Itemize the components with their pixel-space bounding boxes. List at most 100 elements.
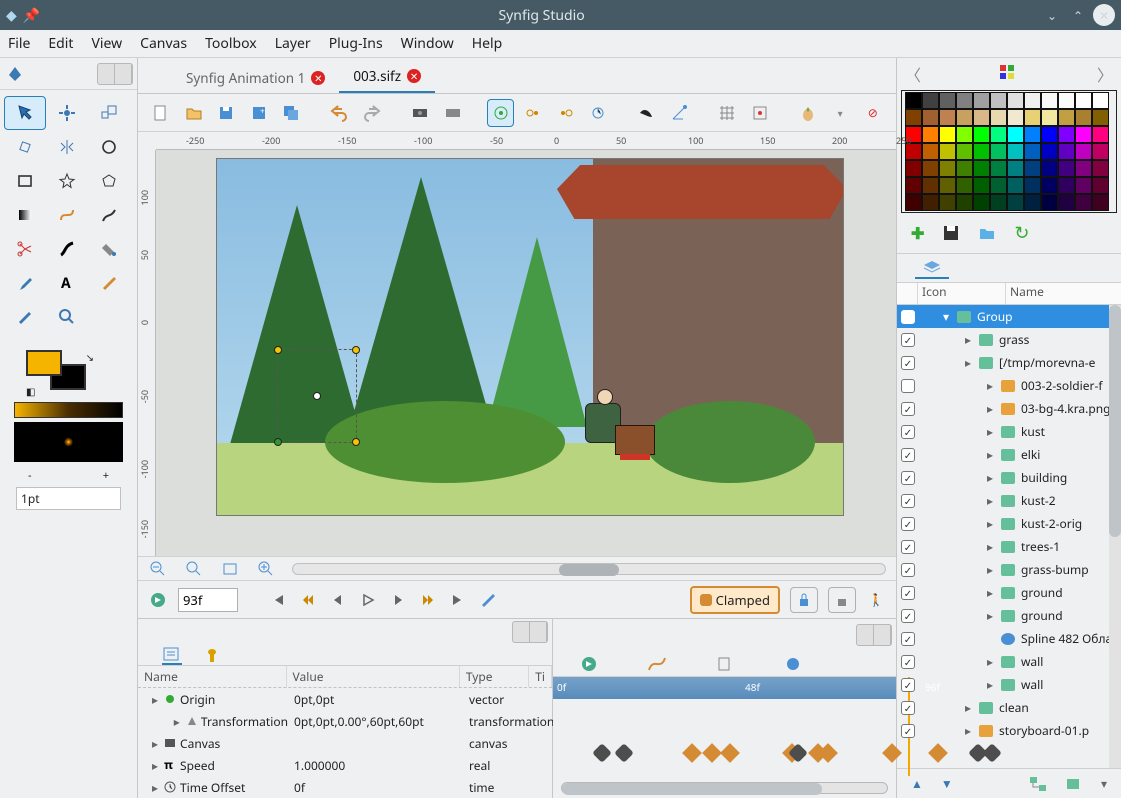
- blackbird-icon[interactable]: [633, 99, 660, 127]
- outline-width[interactable]: 1pt: [16, 487, 121, 510]
- zoom-tool[interactable]: [46, 300, 88, 334]
- swatch[interactable]: [905, 194, 922, 211]
- text-tool[interactable]: A: [46, 266, 88, 300]
- swatch[interactable]: [939, 194, 956, 211]
- keyframe[interactable]: [682, 743, 702, 763]
- expand-icon[interactable]: ▸: [150, 779, 160, 796]
- cutout-tool[interactable]: [4, 232, 46, 266]
- swatch[interactable]: [956, 143, 973, 160]
- draw-tool[interactable]: [88, 198, 130, 232]
- visibility-checkbox[interactable]: ✓: [901, 678, 915, 692]
- gradient-tool[interactable]: [4, 198, 46, 232]
- params-tab[interactable]: [162, 645, 182, 665]
- timeline-scrollbar[interactable]: [561, 782, 888, 794]
- menu-view[interactable]: View: [91, 34, 122, 53]
- visibility-checkbox[interactable]: ✓: [901, 517, 915, 531]
- keyframe[interactable]: [702, 743, 722, 763]
- keyframe[interactable]: [614, 743, 634, 763]
- sketch-tool[interactable]: [88, 266, 130, 300]
- grid-icon[interactable]: [714, 99, 741, 127]
- swatch[interactable]: [1041, 194, 1058, 211]
- timeline-ruler[interactable]: 0f 48f 96f: [553, 677, 896, 699]
- swatch[interactable]: [922, 109, 939, 126]
- swatch[interactable]: [1075, 109, 1092, 126]
- seek-prev-key-icon[interactable]: [298, 590, 318, 610]
- reset-palette-icon[interactable]: ↻: [1014, 221, 1029, 245]
- expand-icon[interactable]: ▸: [985, 423, 995, 440]
- swatch[interactable]: [905, 160, 922, 177]
- dock-grip[interactable]: [97, 63, 133, 85]
- animate-mode-icon[interactable]: 🚶: [866, 590, 886, 610]
- swatch[interactable]: [1058, 194, 1075, 211]
- save-icon[interactable]: [213, 99, 240, 127]
- swatch[interactable]: [1007, 177, 1024, 194]
- new-file-icon[interactable]: [148, 99, 175, 127]
- visibility-checkbox[interactable]: ✓: [901, 402, 915, 416]
- zoom-100-icon[interactable]: [184, 559, 204, 579]
- layer-row[interactable]: ✓▸trees-1: [897, 535, 1121, 558]
- visibility-checkbox[interactable]: ✓: [901, 333, 915, 347]
- expand-icon[interactable]: ▸: [963, 722, 973, 739]
- layer-row[interactable]: ✓▸storyboard-01.p: [897, 719, 1121, 742]
- visibility-checkbox[interactable]: ✓: [901, 563, 915, 577]
- canvas-viewport[interactable]: [156, 150, 896, 556]
- loop-icon[interactable]: [478, 590, 498, 610]
- seek-end-icon[interactable]: [448, 590, 468, 610]
- param-row[interactable]: ▸Canvascanvas: [138, 732, 552, 754]
- zoom-in-icon[interactable]: [256, 559, 276, 579]
- visibility-checkbox[interactable]: ✓: [901, 356, 915, 370]
- layer-row[interactable]: ✓▸grass-bump: [897, 558, 1121, 581]
- swatch[interactable]: [939, 126, 956, 143]
- keyframe[interactable]: [720, 743, 740, 763]
- swatch[interactable]: [1024, 92, 1041, 109]
- swatch[interactable]: [973, 143, 990, 160]
- swatch[interactable]: [1041, 92, 1058, 109]
- swatch[interactable]: [1024, 160, 1041, 177]
- angle-icon[interactable]: [666, 99, 693, 127]
- param-row[interactable]: ▸Time Offset0ftime: [138, 776, 552, 798]
- swatch[interactable]: [956, 160, 973, 177]
- visibility-checkbox[interactable]: ✓: [901, 494, 915, 508]
- seek-start-icon[interactable]: [268, 590, 288, 610]
- expand-icon[interactable]: ▸: [963, 354, 973, 371]
- swatch[interactable]: [1075, 143, 1092, 160]
- history-icon[interactable]: [715, 655, 735, 673]
- timetrack-icon[interactable]: [579, 655, 599, 673]
- swatch[interactable]: [990, 160, 1007, 177]
- visibility-checkbox[interactable]: ✓: [901, 310, 915, 324]
- expand-icon[interactable]: ▸: [985, 469, 995, 486]
- swatch[interactable]: [1007, 109, 1024, 126]
- swatch[interactable]: [1075, 194, 1092, 211]
- brush-preview[interactable]: [14, 422, 123, 462]
- swatch[interactable]: [1041, 160, 1058, 177]
- layer-row[interactable]: ✓▸ground: [897, 581, 1121, 604]
- fill-tool[interactable]: [88, 232, 130, 266]
- close-icon[interactable]: ✕: [407, 69, 421, 83]
- expand-icon[interactable]: ▸: [985, 515, 995, 532]
- layer-row[interactable]: ✓▸[/tmp/morevna-e: [897, 351, 1121, 374]
- scale-tool[interactable]: [88, 96, 130, 130]
- swatch[interactable]: [973, 126, 990, 143]
- keyframe[interactable]: [592, 743, 612, 763]
- keyframes-icon[interactable]: [783, 655, 803, 673]
- save-palette-icon[interactable]: [942, 224, 960, 242]
- swatch[interactable]: [1058, 177, 1075, 194]
- lower-layer-icon[interactable]: ▼: [941, 775, 953, 792]
- swatch[interactable]: [973, 160, 990, 177]
- param-value[interactable]: 0f: [288, 779, 463, 796]
- play-icon[interactable]: [358, 590, 378, 610]
- param-row[interactable]: ▸Transformation0pt,0pt,0.00°,60pt,60pttr…: [138, 710, 552, 732]
- swatch[interactable]: [1041, 177, 1058, 194]
- next-palette-icon[interactable]: 〉: [1097, 62, 1113, 86]
- swatch[interactable]: [1041, 143, 1058, 160]
- pin-icon[interactable]: 📌: [23, 6, 40, 25]
- expand-icon[interactable]: ▾: [941, 308, 951, 325]
- visibility-checkbox[interactable]: ✓: [901, 586, 915, 600]
- param-value[interactable]: 0pt,0pt: [288, 691, 463, 708]
- visibility-checkbox[interactable]: [901, 379, 915, 393]
- swatch[interactable]: [922, 177, 939, 194]
- fg-color[interactable]: [26, 350, 62, 376]
- dock-grip[interactable]: [856, 624, 892, 646]
- swatch[interactable]: [922, 194, 939, 211]
- open-file-icon[interactable]: [181, 99, 208, 127]
